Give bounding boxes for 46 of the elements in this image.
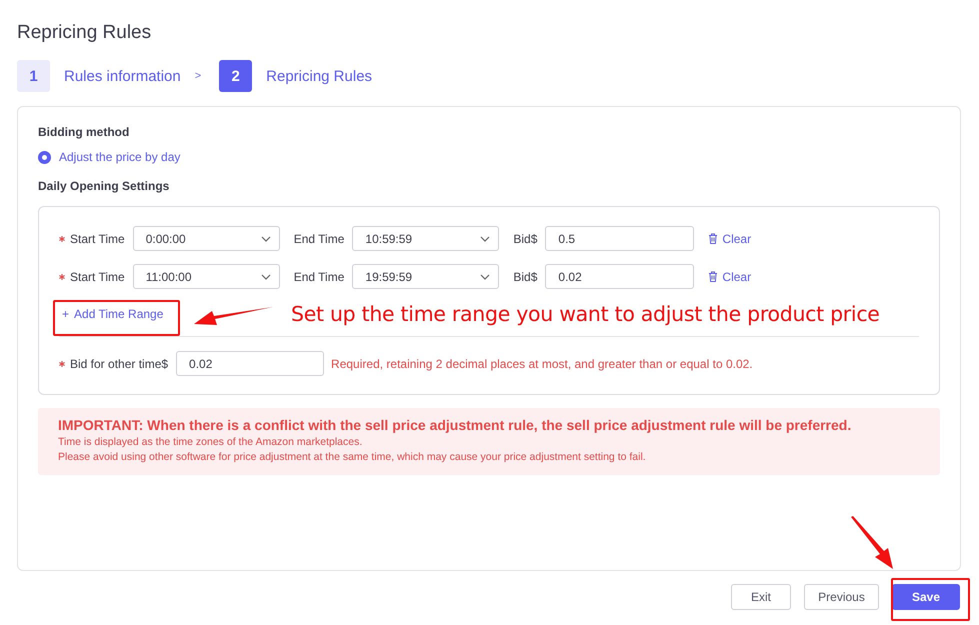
radio-label[interactable]: Adjust the price by day — [59, 150, 180, 164]
chevron-down-icon — [260, 236, 271, 242]
arrow-icon — [193, 305, 274, 328]
chevron-down-icon — [480, 274, 490, 280]
trash-icon — [708, 233, 718, 244]
secondary-button[interactable]: Exit — [731, 584, 791, 610]
field-label: End Time — [294, 232, 344, 246]
end-time-select[interactable]: 19:59:59 — [352, 264, 500, 289]
secondary-button[interactable]: Previous — [804, 584, 879, 610]
trash-icon — [708, 271, 718, 282]
step-number[interactable]: 2 — [219, 60, 252, 92]
chevron-down-icon — [480, 236, 490, 242]
field-label: Bid for other time$ — [70, 356, 168, 370]
required-mark-icon — [59, 236, 65, 242]
arrow-icon — [850, 516, 894, 570]
section-label: Daily Opening Settings — [38, 179, 170, 193]
section-label: Bidding method — [38, 125, 130, 139]
add-time-range-link[interactable]: + Add Time Range — [62, 303, 164, 325]
notice-headline: IMPORTANT: When there is a conflict with the sell price adjustment rule, the sell price adjustment rule will be preferred. — [58, 417, 852, 433]
notice-text: Please avoid using other software for price adjustment at the same time, which may cause your price adjustment setting to fail. — [58, 451, 647, 463]
notice-text: Time is displayed as the time zones of the Amazon marketplaces. — [58, 436, 364, 448]
annotation-text: Set up the time range you want to adjust the product price — [291, 302, 880, 326]
start-time-select[interactable]: 11:00:00 — [132, 264, 280, 289]
field-label: Bid$ — [513, 232, 538, 246]
step-number[interactable]: 1 — [17, 60, 50, 92]
page-title: Repricing Rules — [17, 22, 152, 44]
field-label: Start Time — [70, 270, 125, 284]
field-label: Bid$ — [513, 270, 538, 284]
error-message: Required, retaining 2 decimal places at most, and greater than or equal to 0.02. — [331, 356, 753, 370]
step-separator: > — [194, 70, 202, 82]
field-label: End Time — [294, 270, 344, 284]
radio-button[interactable] — [38, 150, 51, 164]
save-button[interactable]: Save — [892, 584, 960, 610]
bid-input[interactable]: 0.02 — [176, 351, 324, 376]
clear-link[interactable]: Clear — [708, 270, 752, 284]
start-time-select[interactable]: 0:00:00 — [132, 226, 280, 251]
chevron-down-icon — [260, 274, 271, 280]
step-label[interactable]: Repricing Rules — [266, 68, 372, 84]
required-mark-icon — [59, 274, 65, 280]
step-label[interactable]: Rules information — [64, 68, 181, 84]
bid-input[interactable]: 0.02 — [545, 264, 694, 289]
end-time-select[interactable]: 10:59:59 — [352, 226, 500, 251]
field-label: Start Time — [70, 232, 125, 246]
clear-link[interactable]: Clear — [708, 232, 752, 246]
required-mark-icon — [59, 360, 65, 366]
bid-input[interactable]: 0.5 — [545, 226, 694, 251]
